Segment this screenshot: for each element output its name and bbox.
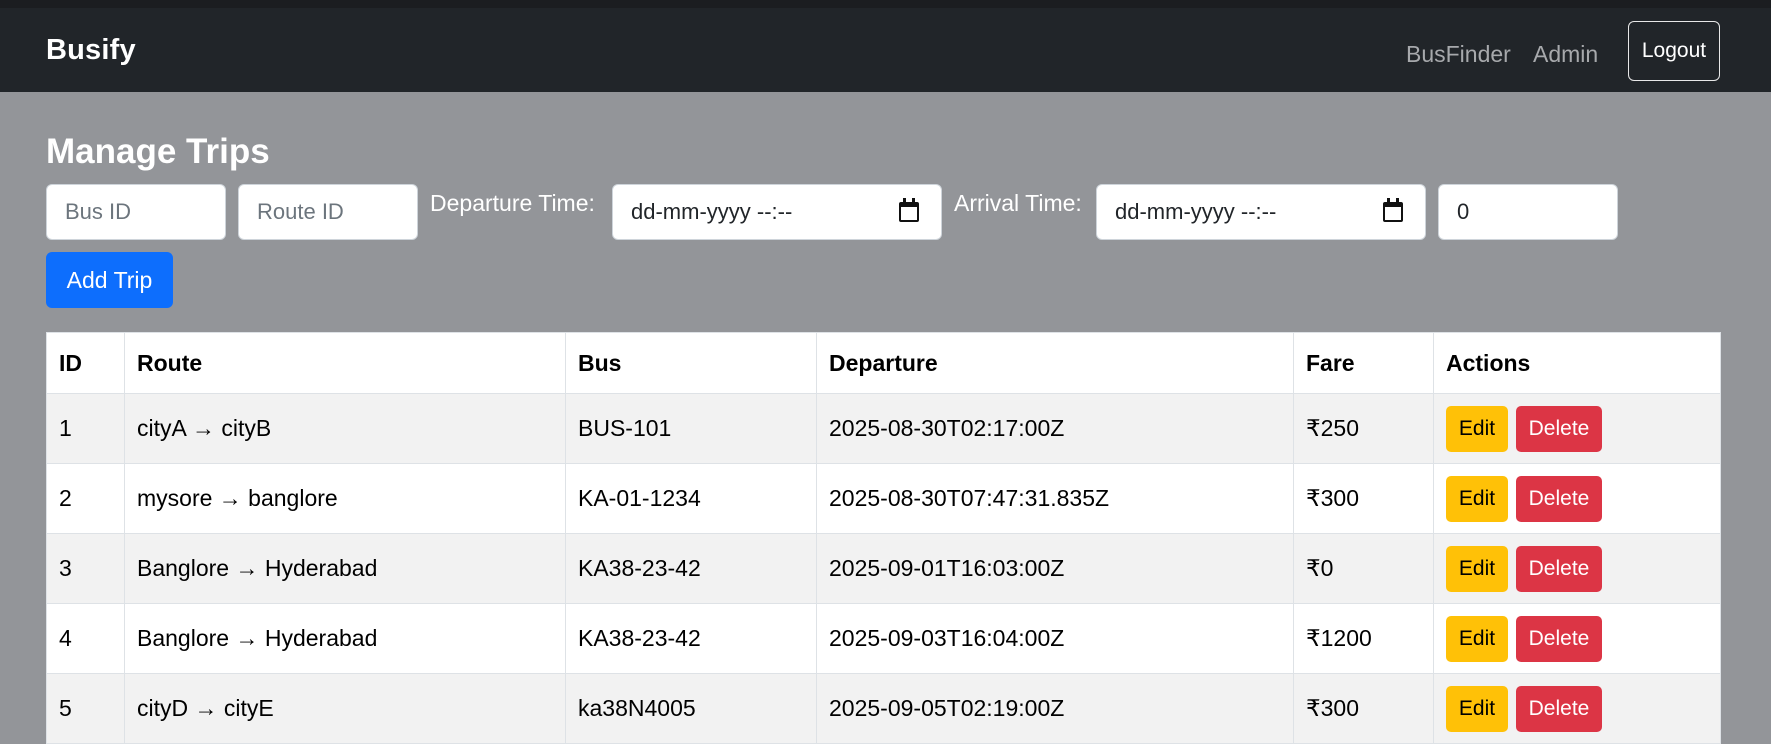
logout-button[interactable]: Logout — [1628, 21, 1720, 81]
top-strip — [0, 0, 1771, 8]
delete-button[interactable]: Delete — [1516, 685, 1602, 732]
trips-table: ID Route Bus Departure Fare Actions 1 ci… — [46, 332, 1721, 744]
cell-departure: 2025-09-01T16:03:00Z — [816, 533, 1294, 604]
header-actions: Actions — [1433, 332, 1721, 394]
cell-id: 2 — [46, 463, 125, 534]
cell-departure: 2025-08-30T07:47:31.835Z — [816, 463, 1294, 534]
cell-fare: ₹300 — [1293, 673, 1434, 744]
edit-button[interactable]: Edit — [1446, 545, 1508, 592]
cell-id: 3 — [46, 533, 125, 604]
delete-button[interactable]: Delete — [1516, 615, 1602, 662]
page-title: Manage Trips — [46, 132, 270, 171]
header-route: Route — [124, 332, 566, 394]
cell-route: mysore → banglore — [124, 463, 566, 534]
table-row: 4 Banglore → Hyderabad KA38-23-42 2025-0… — [46, 603, 1721, 674]
navbar: Busify BusFinder Admin Logout — [0, 8, 1771, 92]
edit-button[interactable]: Edit — [1446, 615, 1508, 662]
edit-button[interactable]: Edit — [1446, 685, 1508, 732]
delete-button[interactable]: Delete — [1516, 405, 1602, 452]
cell-fare: ₹1200 — [1293, 603, 1434, 674]
cell-actions: Edit Delete — [1433, 603, 1721, 674]
departure-time-input[interactable]: dd-mm-yyyy --:-- — [612, 184, 942, 240]
arrival-time-value: dd-mm-yyyy --:-- — [1115, 199, 1277, 224]
cell-departure: 2025-08-30T02:17:00Z — [816, 393, 1294, 464]
header-departure: Departure — [816, 332, 1294, 394]
table-row: 1 cityA → cityB BUS-101 2025-08-30T02:17… — [46, 393, 1721, 464]
bus-id-input[interactable] — [65, 199, 225, 225]
cell-route: cityD → cityE — [124, 673, 566, 744]
cell-id: 4 — [46, 603, 125, 674]
route-id-field[interactable] — [238, 184, 418, 240]
cell-fare: ₹300 — [1293, 463, 1434, 534]
cell-route: cityA → cityB — [124, 393, 566, 464]
departure-time-value: dd-mm-yyyy --:-- — [631, 199, 793, 224]
cell-bus: KA38-23-42 — [565, 533, 817, 604]
edit-button[interactable]: Edit — [1446, 405, 1508, 452]
brand-logo[interactable]: Busify — [46, 34, 136, 67]
arrival-time-input[interactable]: dd-mm-yyyy --:-- — [1096, 184, 1426, 240]
fare-input-value: 0 — [1457, 199, 1470, 224]
header-id: ID — [46, 332, 125, 394]
cell-actions: Edit Delete — [1433, 393, 1721, 464]
header-bus: Bus — [565, 332, 817, 394]
nav-link-busfinder[interactable]: BusFinder — [1406, 41, 1511, 68]
fare-field[interactable]: 0 — [1438, 184, 1618, 240]
cell-route: Banglore → Hyderabad — [124, 533, 566, 604]
calendar-icon[interactable] — [1383, 198, 1403, 222]
table-row: 5 cityD → cityE ka38N4005 2025-09-05T02:… — [46, 673, 1721, 744]
cell-actions: Edit Delete — [1433, 533, 1721, 604]
arrival-time-label: Arrival Time: — [954, 190, 1082, 216]
cell-bus: ka38N4005 — [565, 673, 817, 744]
cell-fare: ₹0 — [1293, 533, 1434, 604]
departure-time-label: Departure Time: — [430, 190, 595, 216]
cell-fare: ₹250 — [1293, 393, 1434, 464]
cell-actions: Edit Delete — [1433, 673, 1721, 744]
route-id-input[interactable] — [257, 199, 417, 225]
cell-bus: KA38-23-42 — [565, 603, 817, 674]
cell-id: 1 — [46, 393, 125, 464]
cell-departure: 2025-09-03T16:04:00Z — [816, 603, 1294, 674]
calendar-icon[interactable] — [899, 198, 919, 222]
bus-id-field[interactable] — [46, 184, 226, 240]
cell-departure: 2025-09-05T02:19:00Z — [816, 673, 1294, 744]
cell-bus: BUS-101 — [565, 393, 817, 464]
header-fare: Fare — [1293, 332, 1434, 394]
cell-id: 5 — [46, 673, 125, 744]
cell-bus: KA-01-1234 — [565, 463, 817, 534]
cell-actions: Edit Delete — [1433, 463, 1721, 534]
table-header-row: ID Route Bus Departure Fare Actions — [46, 332, 1721, 394]
delete-button[interactable]: Delete — [1516, 475, 1602, 522]
cell-route: Banglore → Hyderabad — [124, 603, 566, 674]
edit-button[interactable]: Edit — [1446, 475, 1508, 522]
table-row: 2 mysore → banglore KA-01-1234 2025-08-3… — [46, 463, 1721, 534]
add-trip-button[interactable]: Add Trip — [46, 252, 173, 308]
delete-button[interactable]: Delete — [1516, 545, 1602, 592]
nav-link-admin[interactable]: Admin — [1533, 41, 1598, 68]
table-row: 3 Banglore → Hyderabad KA38-23-42 2025-0… — [46, 533, 1721, 604]
